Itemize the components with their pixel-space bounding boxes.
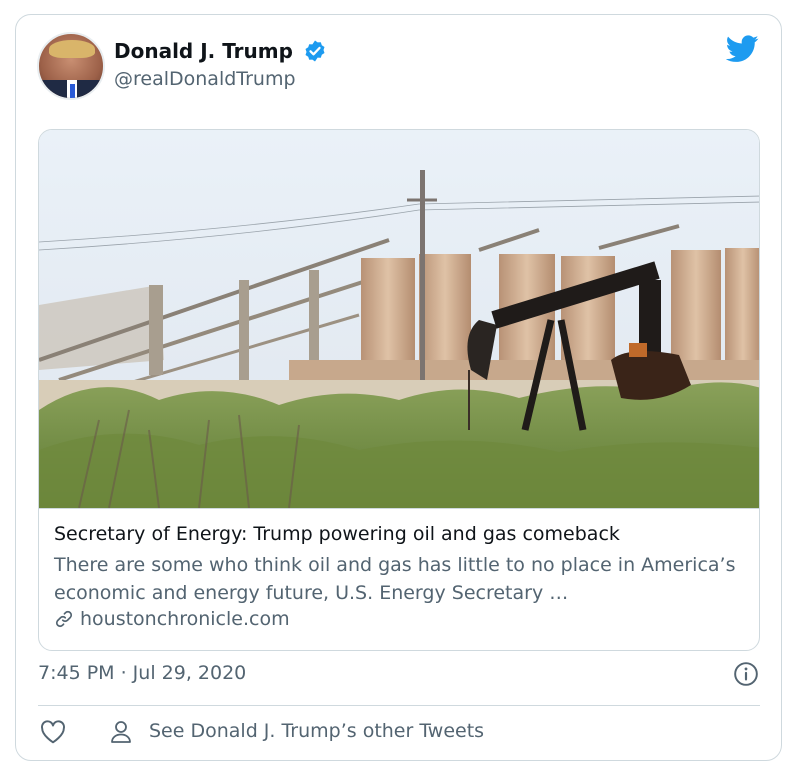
avatar[interactable] [37, 32, 105, 100]
see-other-tweets-link[interactable]: See Donald J. Trump’s other Tweets [149, 720, 484, 742]
link-title[interactable]: Secretary of Energy: Trump powering oil … [54, 523, 620, 545]
author-name[interactable]: Donald J. Trump [114, 39, 293, 63]
tweet-timestamp[interactable]: 7:45 PM · Jul 29, 2020 [38, 662, 246, 684]
twitter-bird-icon[interactable] [726, 35, 759, 63]
article-photo [39, 130, 759, 508]
person-icon [111, 721, 131, 743]
card-divider [39, 508, 759, 509]
footer-divider [38, 705, 760, 706]
author-handle[interactable]: @realDonaldTrump [114, 68, 296, 90]
tweet-embed-card: Donald J. Trump @realDonaldTrump Secreta… [15, 14, 782, 761]
link-preview-card[interactable]: Secretary of Energy: Trump powering oil … [38, 129, 760, 651]
info-icon[interactable] [733, 661, 759, 687]
link-description: There are some who think oil and gas has… [54, 554, 736, 604]
link-domain-row[interactable]: houstonchronicle.com [54, 608, 290, 630]
verified-badge-icon [305, 40, 325, 62]
heart-icon[interactable] [40, 720, 66, 744]
link-domain[interactable]: houstonchronicle.com [80, 608, 290, 630]
link-icon [55, 610, 73, 628]
